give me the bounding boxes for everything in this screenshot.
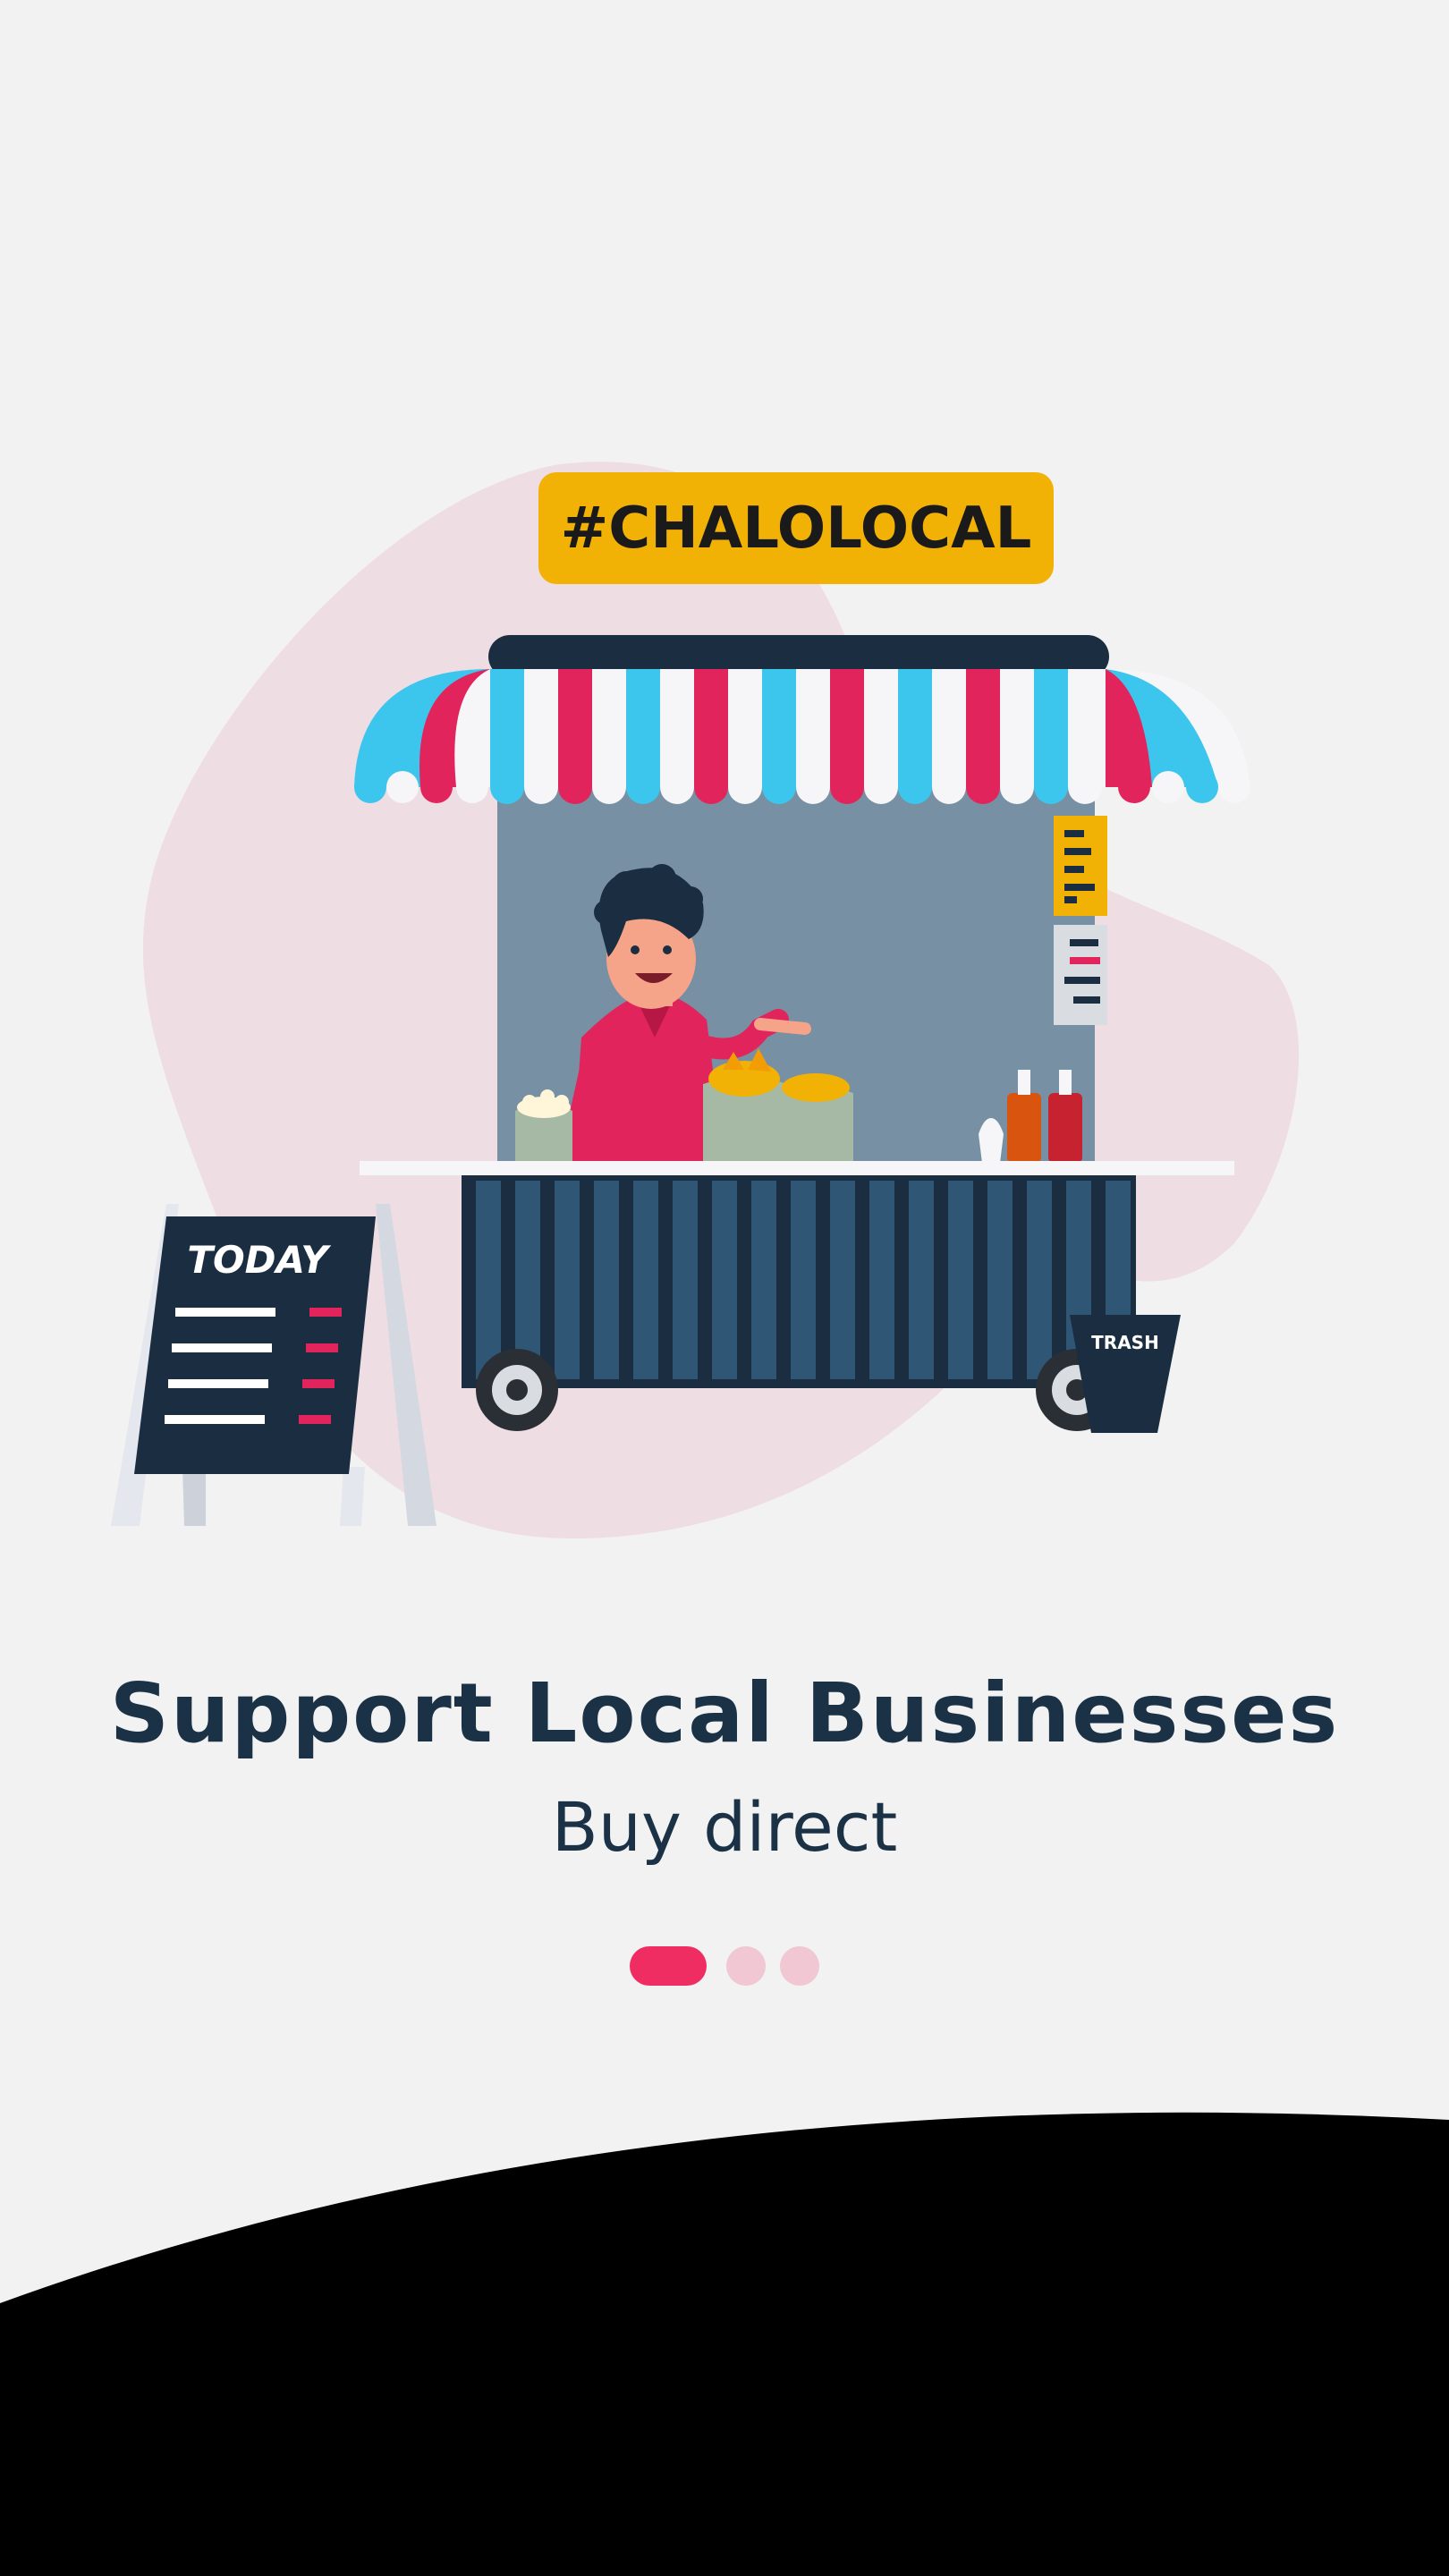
wheel-left (476, 1349, 558, 1431)
cart-body (462, 1175, 1136, 1388)
bottom-wave-panel (0, 2112, 1449, 2576)
onboarding-title: Support Local Businesses (109, 1665, 1340, 1761)
board-title: TODAY (187, 1238, 331, 1282)
chalolocal-cart-illustration: #CHALOLOCAL TRASH TODAY (111, 462, 1300, 1538)
trash-label: TRASH (1091, 1332, 1159, 1353)
page-indicator-1-active[interactable] (630, 1946, 707, 1986)
page-indicator-3[interactable] (780, 1946, 819, 1986)
awning (354, 669, 1250, 804)
chalolocal-badge: #CHALOLOCAL (538, 472, 1054, 584)
counter-top (360, 1161, 1234, 1175)
onboarding-subtitle: Buy direct (551, 1787, 898, 1867)
badge-text: #CHALOLOCAL (561, 496, 1032, 562)
page-indicator-2[interactable] (726, 1946, 766, 1986)
